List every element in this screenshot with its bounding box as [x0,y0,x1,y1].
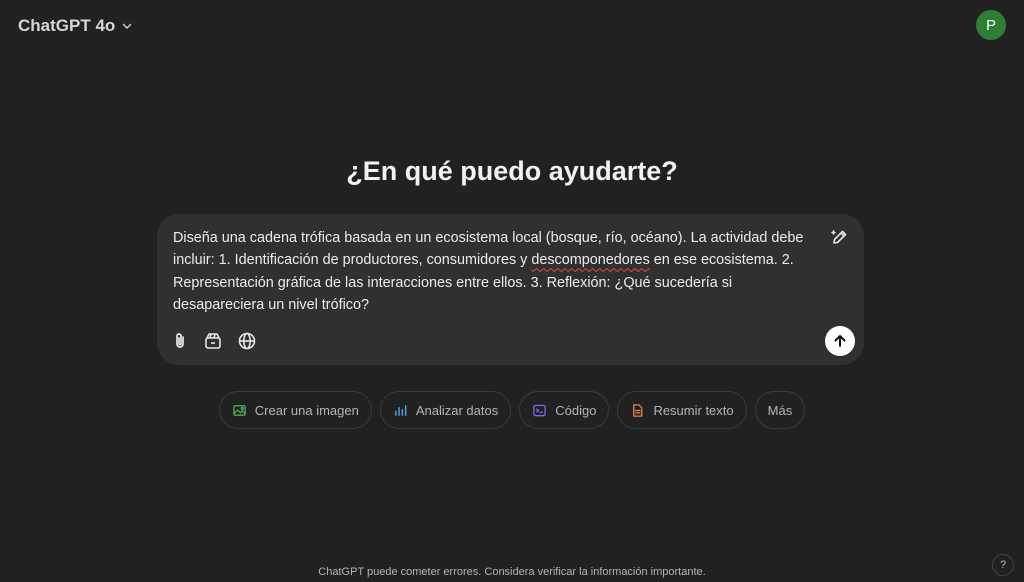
chip-code[interactable]: Código [519,391,610,429]
model-switcher[interactable]: ChatGPT 4o [18,14,133,38]
globe-icon[interactable] [236,330,258,352]
disclaimer-text: ChatGPT puede cometer errores. Considera… [318,566,706,578]
bar-chart-icon [394,404,407,416]
tools-icon[interactable] [202,330,224,352]
spellcheck-word: descomponedores [531,252,650,269]
image-icon [233,404,246,416]
paperclip-icon[interactable] [169,330,191,352]
arrow-up-icon [834,335,846,347]
chip-analyze-data[interactable]: Analizar datos [379,391,512,429]
terminal-icon [533,404,547,416]
chevron-down-icon [122,23,132,29]
prompt-composer[interactable]: Diseña una cadena trófica basada en un e… [157,214,864,365]
avatar[interactable]: P [976,10,1006,40]
document-icon [633,403,643,417]
send-button[interactable] [825,326,855,356]
page-headline: ¿En qué puedo ayudarte? [346,156,678,186]
chip-summarize-text[interactable]: Resumir texto [617,391,747,429]
chip-more[interactable]: Más [754,391,806,429]
help-button[interactable]: ? [992,554,1014,576]
prompt-input[interactable]: Diseña una cadena trófica basada en un e… [173,227,823,316]
edit-icon[interactable] [829,226,851,248]
chip-create-image[interactable]: Crear una imagen [218,391,372,429]
model-name: ChatGPT 4o [18,16,116,35]
suggestion-chips: Crear una imagen Analizar datos Código R… [0,391,1024,429]
